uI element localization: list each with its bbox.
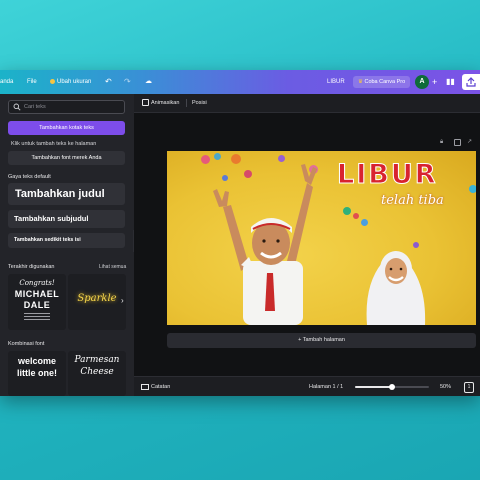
try-pro-label: Coba Canva Pro <box>364 79 406 85</box>
add-subheading-button[interactable]: Tambahkan subjudul <box>8 210 125 228</box>
animate-button[interactable]: Animasikan <box>142 94 179 112</box>
confetti-ball <box>361 219 368 226</box>
zoom-slider-fill <box>355 386 392 388</box>
combo-item-parmesan[interactable]: Parmesan Cheese <box>68 351 126 396</box>
zoom-slider[interactable] <box>355 384 429 390</box>
redo-icon[interactable]: ↷ <box>124 70 131 94</box>
editor-window: anda File Ubah ukuran ↶ ↷ ☁ LIBUR ♛ Coba… <box>0 70 480 396</box>
recent-item-detail-lines <box>24 313 50 314</box>
confetti-ball <box>343 207 351 215</box>
animate-label: Animasikan <box>151 100 180 106</box>
slide-title[interactable]: LIBUR <box>337 159 438 191</box>
top-bar: anda File Ubah ukuran ↶ ↷ ☁ LIBUR ♛ Coba… <box>0 70 480 94</box>
share-button[interactable] <box>462 74 480 90</box>
resize-button[interactable]: Ubah ukuran <box>50 70 91 94</box>
combo-item-line2: Cheese <box>80 367 114 377</box>
add-heading-button[interactable]: Tambahkan judul <box>8 183 125 205</box>
recent-item-congrats[interactable]: Congrats! MICHAEL DALE <box>8 274 66 330</box>
boy-photo <box>213 164 317 325</box>
open-external-icon[interactable]: ↗ <box>467 138 472 145</box>
combo-item-line1: Parmesan <box>74 355 120 365</box>
add-collaborator-icon[interactable]: + <box>432 70 437 94</box>
animate-icon <box>142 99 149 107</box>
combo-item-welcome[interactable]: welcome little one! <box>8 351 66 396</box>
position-button[interactable]: Posisi <box>192 94 207 112</box>
confetti-ball <box>469 185 476 193</box>
chevron-right-icon[interactable]: › <box>121 296 124 305</box>
menu-home-link[interactable]: anda <box>0 70 13 94</box>
default-styles-heading: Gaya teks default <box>8 174 51 180</box>
recent-heading: Terakhir digunakan <box>8 264 55 270</box>
click-hint: Klik untuk tambah teks ke halaman <box>11 141 97 147</box>
resize-label: Ubah ukuran <box>57 79 92 85</box>
share-icon <box>466 77 476 87</box>
brand-fonts-button[interactable]: Tambahkan font merek Anda <box>8 151 125 165</box>
zoom-level[interactable]: 50% <box>440 377 451 396</box>
add-textbox-button[interactable]: Tambahkan kotak teks <box>8 121 125 135</box>
confetti-ball <box>214 153 221 160</box>
search-placeholder: Cari teks <box>24 104 46 110</box>
recent-item-sparkle-text: Sparkle <box>77 293 117 304</box>
undo-icon[interactable]: ↶ <box>105 70 112 94</box>
slide-subtitle[interactable]: telah tiba <box>381 193 444 208</box>
document-title[interactable]: LIBUR <box>327 70 345 94</box>
search-input[interactable]: Cari teks <box>8 100 125 114</box>
font-combos-heading: Kombinasi font <box>8 341 45 347</box>
zoom-slider-handle[interactable] <box>389 384 395 390</box>
add-body-text-button[interactable]: Tambahkan sedikit teks isi <box>8 233 125 248</box>
crown-icon: ♛ <box>358 79 363 85</box>
page-count-button[interactable]: 1 <box>464 382 474 393</box>
try-pro-button[interactable]: ♛ Coba Canva Pro <box>353 76 411 88</box>
analytics-icon[interactable]: ▮▮ <box>446 70 455 94</box>
text-panel: Cari teks Tambahkan kotak teks Klik untu… <box>0 94 134 396</box>
recent-item-sparkle[interactable]: Sparkle <box>68 274 126 330</box>
bottom-bar: Catatan Halaman 1 / 1 50% 1 <box>134 376 480 396</box>
combo-item-line1: welcome <box>17 356 57 366</box>
page-indicator[interactable]: Halaman 1 / 1 <box>309 377 343 396</box>
see-all-link[interactable]: Lihat semua <box>99 264 126 270</box>
notes-label: Catatan <box>151 384 171 390</box>
lock-icon[interactable]: 🔒︎ <box>440 139 443 146</box>
girl-photo <box>366 251 426 325</box>
avatar[interactable]: A <box>415 75 429 89</box>
recent-item-line3: DALE <box>23 300 51 310</box>
file-menu[interactable]: File <box>27 70 37 94</box>
notes-button[interactable]: Catatan <box>141 377 170 396</box>
crown-icon <box>50 78 55 84</box>
cloud-save-icon[interactable]: ☁ <box>145 70 152 94</box>
notes-icon <box>141 383 149 390</box>
toolbar-divider <box>186 99 187 107</box>
canvas-workspace: 🔒︎ ↗ LIBUR telah tiba + Tambah halaman <box>134 113 480 376</box>
design-slide[interactable]: LIBUR telah tiba <box>167 151 476 325</box>
add-page-button[interactable]: + Tambah halaman <box>167 333 476 348</box>
combo-item-line2: little one! <box>17 368 57 378</box>
duplicate-icon[interactable] <box>454 139 461 146</box>
recent-item-line2: MICHAEL <box>14 289 60 299</box>
context-toolbar: Animasikan Posisi <box>134 94 480 113</box>
search-icon <box>13 103 21 111</box>
confetti-ball <box>353 213 359 219</box>
recent-item-line1: Congrats! <box>19 279 55 287</box>
